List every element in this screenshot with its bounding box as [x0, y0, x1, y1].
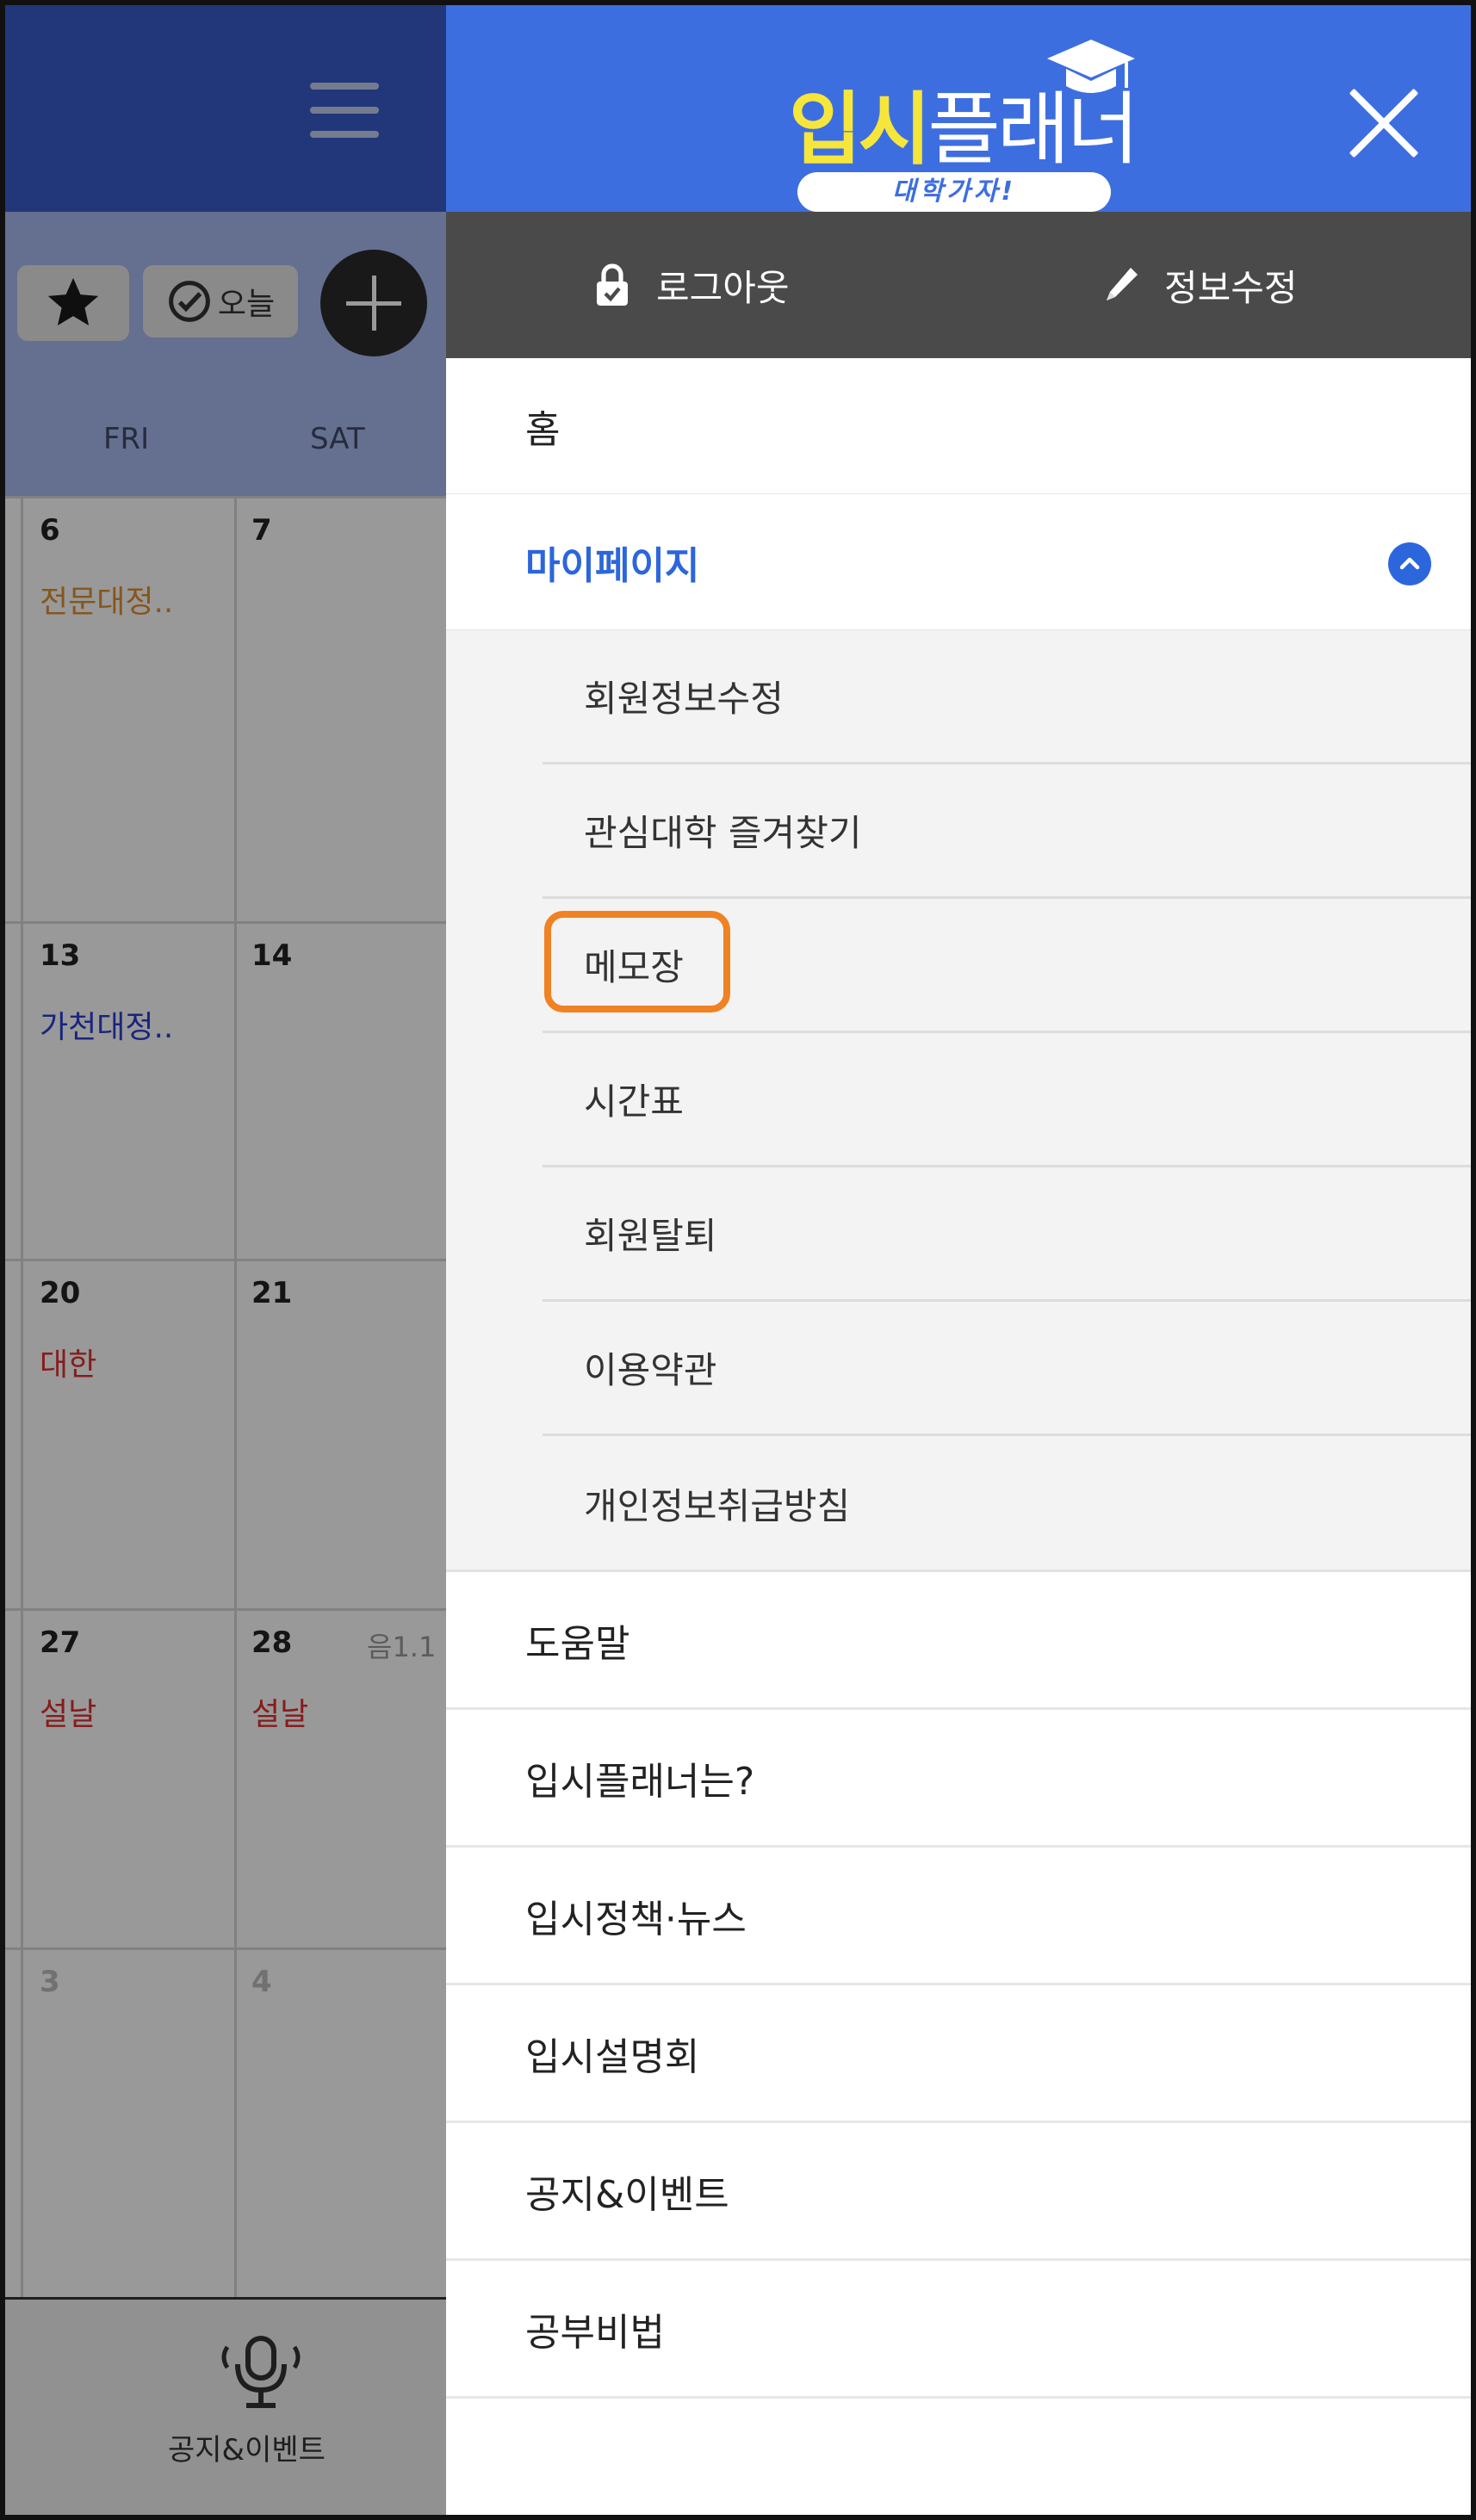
menu-item-mypage[interactable]: 마이페이지: [446, 494, 1476, 632]
submenu-item-timetable[interactable]: 시간표: [543, 1033, 1476, 1167]
menu-item-about[interactable]: 입시플래너는?: [446, 1710, 1476, 1848]
close-icon[interactable]: [1347, 86, 1421, 160]
navigation-drawer: 입시플래너 대학가자! 로그아웃 정보수정 홈 마이페이지 회원정보수정 관심대…: [446, 0, 1476, 2520]
menu-item-label: 도움말: [525, 1621, 630, 1666]
menu-item-policy-news[interactable]: 입시정책·뉴스: [446, 1848, 1476, 1985]
logo-tagline: 대학가자!: [797, 172, 1111, 212]
app-logo: 입시플래너 대학가자!: [789, 34, 1150, 215]
pencil-icon: [1107, 268, 1138, 300]
graduation-cap-icon: [1047, 40, 1135, 93]
menu-item-label: 입시설명회: [525, 2034, 700, 2079]
menu-item-home[interactable]: 홈: [446, 358, 1476, 496]
chevron-up-icon[interactable]: [1388, 542, 1431, 585]
menu-item-label: 공지&이벤트: [525, 2172, 729, 2217]
menu-item-label: 입시플래너는?: [525, 1759, 755, 1804]
submenu-item-label: 시간표: [584, 1080, 684, 1123]
menu-item-notice-events[interactable]: 공지&이벤트: [446, 2123, 1476, 2261]
menu-item-label: 마이페이지: [525, 543, 700, 588]
menu-item-info-sessions[interactable]: 입시설명회: [446, 1985, 1476, 2123]
logout-label: 로그아웃: [656, 266, 790, 309]
submenu-item-edit-member-info[interactable]: 회원정보수정: [543, 630, 1476, 765]
logout-button[interactable]: 로그아웃: [591, 212, 790, 358]
logo-text-yellow: 입시: [789, 84, 931, 176]
mypage-submenu: 회원정보수정 관심대학 즐겨찾기 메모장 시간표 회원탈퇴 이용약관 개인정보취…: [446, 630, 1476, 1572]
menu-item-label: 홈: [525, 407, 561, 452]
account-action-bar: 로그아웃 정보수정: [446, 212, 1476, 358]
calendar-background: 오늘 FRI SAT 6 7 전문대정.. 13 14 가천대정.. 20 21…: [0, 0, 446, 2520]
submenu-item-label: 회원탈퇴: [584, 1215, 717, 1257]
submenu-item-privacy-policy[interactable]: 개인정보취급방침: [543, 1436, 1476, 1570]
submenu-item-label: 이용약관: [584, 1349, 717, 1391]
menu-item-label: 입시정책·뉴스: [525, 1897, 747, 1941]
menu-item-help[interactable]: 도움말: [446, 1572, 1476, 1710]
submenu-item-label: 관심대학 즐겨찾기: [584, 812, 862, 854]
menu-item-study-tips[interactable]: 공부비법: [446, 2261, 1476, 2399]
submenu-item-favorite-colleges[interactable]: 관심대학 즐겨찾기: [543, 765, 1476, 899]
lock-icon: [597, 263, 628, 306]
submenu-item-terms[interactable]: 이용약관: [543, 1302, 1476, 1436]
edit-info-label: 정보수정: [1164, 266, 1298, 309]
edit-info-button[interactable]: 정보수정: [1099, 212, 1298, 358]
memo-highlight-box: [544, 911, 730, 1012]
dim-overlay[interactable]: [0, 0, 446, 2520]
menu-item-label: 공부비법: [525, 2310, 665, 2355]
submenu-item-label: 회원정보수정: [584, 678, 784, 720]
submenu-item-label: 개인정보취급방침: [584, 1484, 851, 1527]
drawer-header: 입시플래너 대학가자!: [446, 0, 1476, 212]
submenu-item-withdraw[interactable]: 회원탈퇴: [543, 1167, 1476, 1302]
